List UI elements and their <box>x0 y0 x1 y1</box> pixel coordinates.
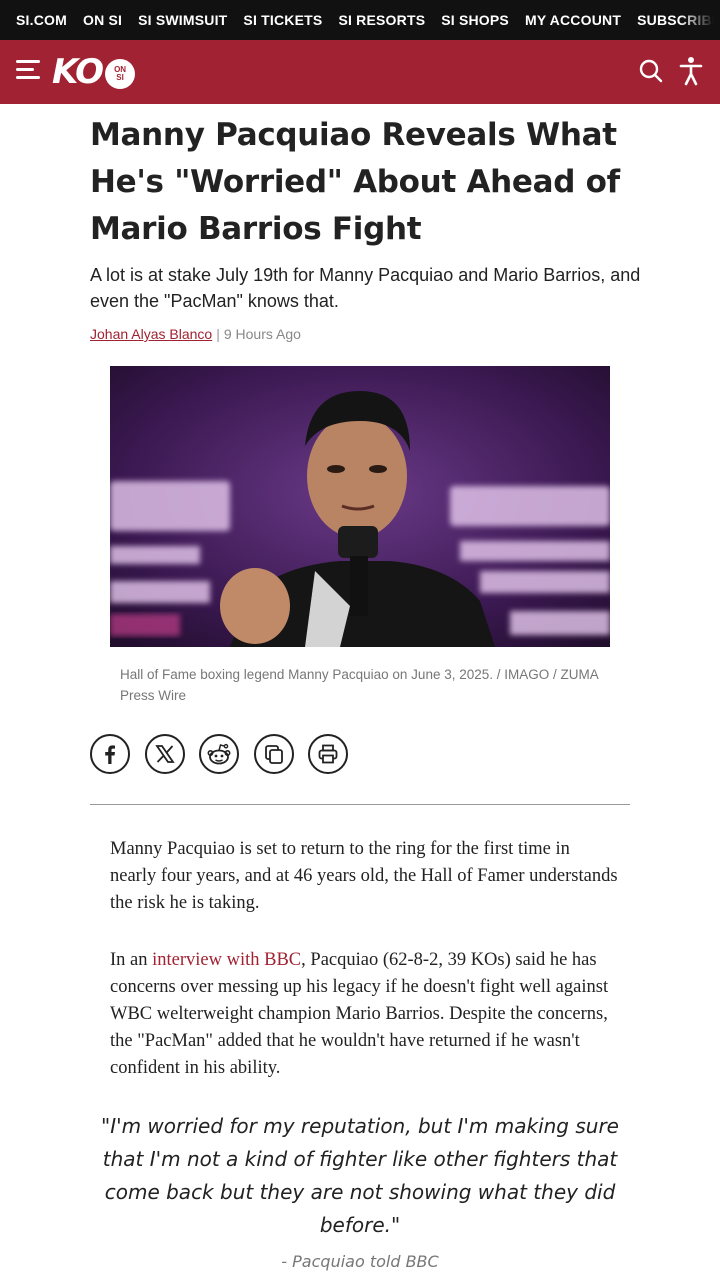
top-nav-fade <box>680 0 720 40</box>
x-share-button[interactable] <box>144 734 185 774</box>
paragraph-2-lead: In an <box>110 950 153 970</box>
print-icon <box>318 744 338 764</box>
reddit-icon <box>207 743 231 765</box>
article-dek: A lot is at stake July 19th for Manny Pa… <box>90 265 641 311</box>
hero-image <box>110 366 610 647</box>
top-nav-link-si-tickets[interactable]: SI TICKETS <box>243 12 322 28</box>
facebook-share-button[interactable] <box>90 734 130 774</box>
pull-quote-attribution: - Pacquiao told BBC <box>281 1252 439 1271</box>
image-caption: Hall of Fame boxing legend Manny Pacquia… <box>120 667 599 703</box>
logo-badge-si: SI <box>116 73 124 82</box>
logo-ko-text: KO <box>52 52 104 92</box>
site-header: KO ON SI <box>0 40 720 104</box>
hero-image-graphic <box>110 366 610 647</box>
reddit-share-button[interactable] <box>199 734 239 774</box>
logo-on-si-badge: ON SI <box>105 59 136 89</box>
pull-quote: "I'm worried for my reputation, but I'm … <box>101 1114 619 1237</box>
article-byline: Johan Alyas Blanco | 9 Hours Ago <box>90 326 301 342</box>
site-logo[interactable]: KO ON SI <box>52 52 136 92</box>
print-button[interactable] <box>308 734 348 774</box>
author-link[interactable]: Johan Alyas Blanco <box>90 326 212 342</box>
bbc-interview-link[interactable]: interview with BBC <box>152 950 301 970</box>
hamburger-menu-icon[interactable] <box>16 60 42 84</box>
article-timestamp: 9 Hours Ago <box>223 326 301 342</box>
top-nav-link-si-shops[interactable]: SI SHOPS <box>441 12 509 28</box>
accessibility-icon[interactable] <box>678 56 704 86</box>
top-nav-link-si-resorts[interactable]: SI RESORTS <box>338 12 425 28</box>
share-bar <box>90 734 363 774</box>
top-nav-link-si-com[interactable]: SI.COM <box>16 12 67 28</box>
facebook-icon <box>105 745 115 764</box>
article-paragraph-2: In an interview with BBC, Pacquiao (62-8… <box>110 947 620 1082</box>
search-icon[interactable] <box>638 58 664 84</box>
x-twitter-icon <box>154 745 175 763</box>
article-divider <box>90 804 630 805</box>
top-nav-link-my-account[interactable]: MY ACCOUNT <box>525 12 621 28</box>
top-nav-link-si-swimsuit[interactable]: SI SWIMSUIT <box>138 12 227 28</box>
top-nav-link-on-si[interactable]: ON SI <box>83 12 122 28</box>
top-nav-bar: SI.COM ON SI SI SWIMSUIT SI TICKETS SI R… <box>0 0 720 40</box>
top-nav-links: SI.COM ON SI SI SWIMSUIT SI TICKETS SI R… <box>16 0 720 40</box>
copy-link-icon <box>264 745 283 764</box>
article-headline: Manny Pacquiao Reveals What He's "Worrie… <box>90 117 620 247</box>
byline-separator: | <box>216 326 220 342</box>
article-paragraph-1: Manny Pacquiao is set to return to the r… <box>110 839 618 913</box>
copy-link-button[interactable] <box>253 734 294 774</box>
